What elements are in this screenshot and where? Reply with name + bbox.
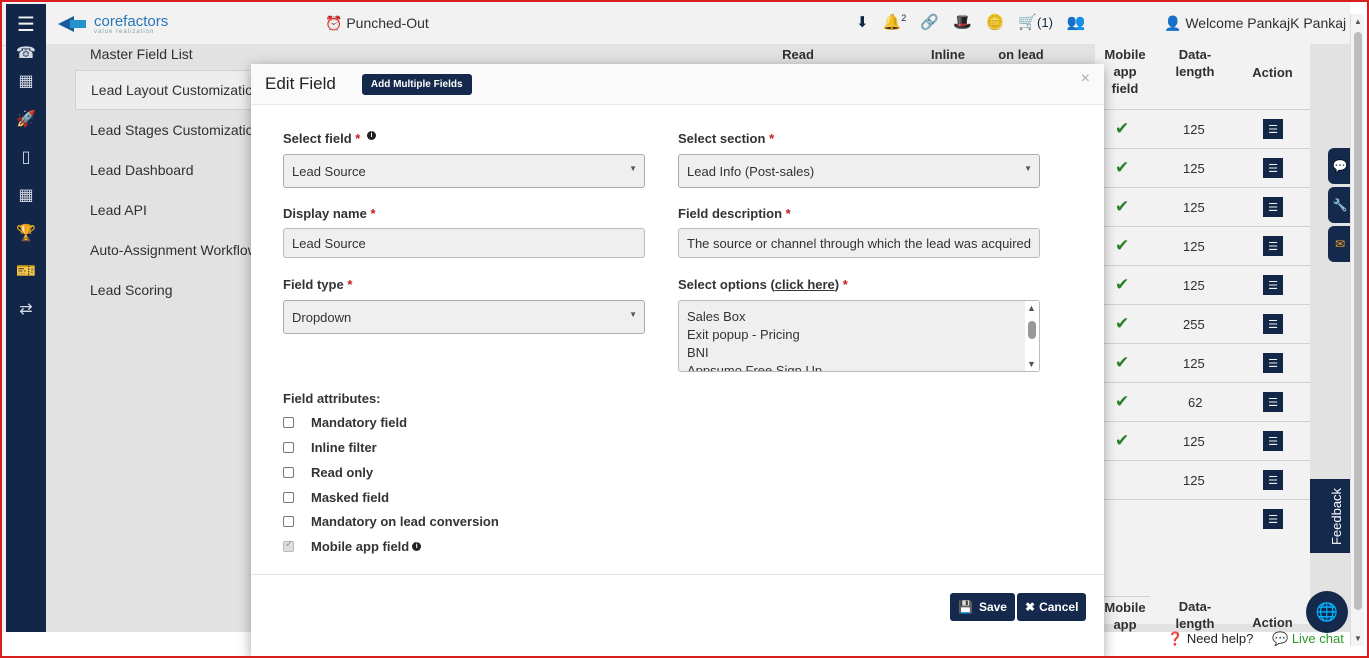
envelope-icon[interactable]: ✉	[1328, 226, 1352, 262]
question-icon: ❓	[1167, 631, 1184, 646]
modal-footer: 💾 Save ✖ Cancel	[251, 574, 1104, 658]
display-name-input[interactable]: Lead Source	[283, 228, 645, 258]
scroll-up-icon[interactable]: ▲	[1354, 17, 1362, 26]
chat-bubble-icon[interactable]: 💬	[1328, 148, 1352, 184]
mandatory-conversion-checkbox[interactable]	[283, 516, 294, 527]
select-section-dropdown[interactable]: Lead Info (Post-sales) ▼	[678, 154, 1040, 188]
wrench-icon[interactable]: 🔧	[1328, 187, 1352, 223]
floppy-disk-icon: 💾	[958, 600, 973, 614]
options-scroll-thumb[interactable]	[1028, 321, 1036, 339]
field-type-dropdown[interactable]: Dropdown ▼	[283, 300, 645, 334]
edit-field-modal: Edit Field Add Multiple Fields × Select …	[251, 64, 1104, 658]
dropdown-caret-icon: ▼	[629, 164, 637, 173]
info-icon[interactable]: i	[366, 131, 376, 140]
attr-read-only[interactable]: Read only	[283, 465, 373, 480]
mandatory-field-checkbox[interactable]	[283, 417, 294, 428]
floating-side-tabs: 💬 🔧 ✉	[1328, 148, 1352, 265]
select-field-label: Select field * i	[283, 131, 376, 146]
cancel-button[interactable]: ✖ Cancel	[1017, 593, 1087, 621]
attr-inline-filter[interactable]: Inline filter	[283, 440, 377, 455]
list-item[interactable]: BNI	[679, 344, 1039, 362]
read-only-checkbox[interactable]	[283, 467, 294, 478]
field-attributes-label: Field attributes:	[283, 391, 381, 406]
attr-mandatory-on-conversion[interactable]: Mandatory on lead conversion	[283, 514, 499, 529]
close-icon: ✖	[1025, 600, 1036, 614]
select-options-list[interactable]: Sales Box Exit popup - Pricing BNI Appsu…	[678, 300, 1040, 372]
select-field-dropdown[interactable]: Lead Source ▼	[283, 154, 645, 188]
scroll-down-icon[interactable]: ▼	[1027, 359, 1036, 369]
mobile-app-field-checkbox[interactable]	[283, 539, 294, 552]
scroll-thumb[interactable]	[1354, 32, 1362, 610]
select-options-label: Select options (click here) *	[678, 277, 848, 292]
attr-masked-field[interactable]: Masked field	[283, 490, 389, 505]
chat-icon: 💬	[1272, 631, 1289, 646]
options-scrollbar[interactable]: ▲ ▼	[1025, 301, 1039, 371]
select-section-label: Select section *	[678, 131, 775, 146]
dropdown-caret-icon: ▼	[1024, 164, 1032, 173]
scroll-down-icon[interactable]: ▼	[1354, 634, 1362, 643]
add-multiple-fields-button[interactable]: Add Multiple Fields	[361, 73, 472, 95]
dropdown-caret-icon: ▼	[629, 310, 637, 319]
list-item[interactable]: Exit popup - Pricing	[679, 326, 1039, 344]
modal-title: Edit Field	[265, 74, 336, 93]
attr-mandatory-field[interactable]: Mandatory field	[283, 415, 407, 430]
need-help-link[interactable]: ❓ Need help?	[1167, 631, 1253, 647]
globe-icon[interactable]: 🌐	[1306, 591, 1348, 633]
live-chat-link[interactable]: 💬 Live chat	[1272, 631, 1344, 647]
close-icon[interactable]: ×	[1081, 70, 1090, 88]
click-here-link[interactable]: click here	[775, 277, 835, 292]
display-name-label: Display name *	[283, 206, 376, 221]
save-button[interactable]: 💾 Save	[950, 593, 1015, 621]
attr-mobile-app-field[interactable]: Mobile app field i	[283, 539, 422, 554]
info-icon[interactable]: i	[412, 542, 422, 551]
page-scrollbar[interactable]: ▲ ▼	[1350, 14, 1364, 646]
field-type-label: Field type *	[283, 277, 353, 292]
list-item[interactable]: Appsumo Free Sign Up	[679, 362, 1039, 371]
masked-field-checkbox[interactable]	[283, 492, 294, 503]
modal-header: Edit Field Add Multiple Fields ×	[251, 64, 1104, 105]
scroll-up-icon[interactable]: ▲	[1027, 303, 1036, 313]
list-item[interactable]: Sales Box	[679, 308, 1039, 326]
field-description-label: Field description *	[678, 206, 791, 221]
field-description-input[interactable]: The source or channel through which the …	[678, 228, 1040, 258]
inline-filter-checkbox[interactable]	[283, 442, 294, 453]
